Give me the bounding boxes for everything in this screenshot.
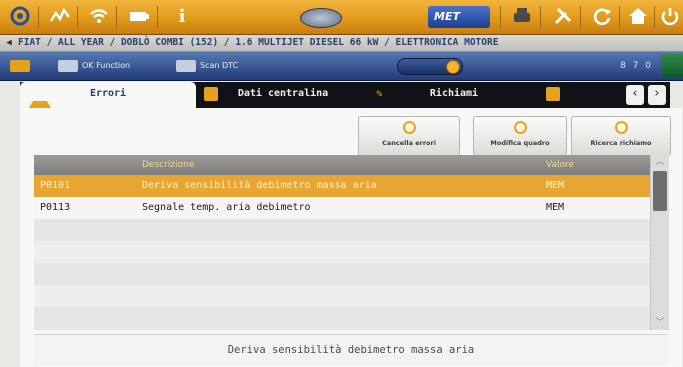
info-icon[interactable]: i [170, 5, 194, 29]
action-icon [615, 121, 628, 134]
battery-icon[interactable] [127, 5, 151, 29]
scan-dtc-button[interactable]: Scan DTC [176, 56, 238, 76]
top-toolbar: i MET [0, 0, 683, 35]
connection-icon[interactable] [661, 54, 683, 77]
table-row-empty [34, 263, 650, 285]
breadcrumb: ◀ FIAT / ALL YEAR / DOBLÒ COMBI (152) / 1… [0, 35, 683, 52]
car-logo [300, 8, 342, 28]
power-icon[interactable] [658, 5, 682, 29]
table-row-empty [34, 307, 650, 330]
scan-icon [176, 59, 196, 72]
table-header: Descrizione Valore [34, 155, 650, 175]
column-value: Valore [546, 160, 575, 170]
table-row-empty [34, 241, 650, 263]
column-description: Descrizione [142, 160, 195, 170]
status-counters: 8 7 0 [620, 61, 653, 71]
tab-extra[interactable] [540, 82, 624, 108]
tab-next-button[interactable]: › [648, 85, 666, 105]
scroll-thumb[interactable] [653, 171, 667, 211]
table-row[interactable]: P0113 Segnale temp. aria debimetro MEM [34, 197, 650, 219]
back-arrow-icon[interactable]: ◀ [0, 35, 18, 51]
table-row-empty [34, 285, 650, 307]
error-description-bar: Deriva sensibilità debimetro massa aria [34, 334, 668, 365]
action-icon [514, 121, 527, 134]
modifica-quadro-button[interactable]: Modifica quadro [473, 116, 567, 156]
tab-errori[interactable]: Errori [20, 82, 196, 113]
wifi-icon[interactable] [87, 5, 111, 29]
tab-bar: Errori Dati centralina ✎ Richiami ‹ › [20, 82, 670, 113]
tools-icon[interactable] [551, 5, 575, 29]
scroll-up-icon[interactable]: ︿ [651, 155, 669, 169]
error-table: Descrizione Valore P0101 Deriva sensibil… [34, 155, 650, 330]
function-row: OK Function Scan DTC 8 7 0 [0, 52, 683, 81]
chart-icon[interactable] [48, 5, 72, 29]
table-row-empty [34, 219, 650, 241]
ok-function-button[interactable]: OK Function [58, 56, 130, 76]
tab-dati-centralina[interactable]: Dati centralina [198, 82, 368, 108]
search-dot-icon [446, 60, 460, 74]
refresh-icon[interactable] [590, 5, 614, 29]
home-icon[interactable] [8, 5, 32, 29]
extra-tab-icon [546, 87, 560, 101]
ricerca-richiamo-button[interactable]: Ricerca richiamo [571, 116, 671, 156]
scroll-down-icon[interactable]: ﹀ [651, 316, 669, 330]
main-panel: Cancella errori Modifica quadro Ricerca … [20, 108, 682, 367]
met-icon[interactable]: MET [428, 6, 490, 28]
table-scrollbar[interactable]: ︿ ﹀ [650, 155, 669, 330]
cancella-errori-button[interactable]: Cancella errori [358, 116, 460, 156]
vehicle-icon[interactable] [10, 56, 34, 76]
tab-richiami[interactable]: ✎ Richiami [370, 82, 538, 108]
app-window: i MET ◀ FIAT / ALL YEAR / DOBLÒ COMBI (15… [0, 0, 683, 367]
house-icon[interactable] [626, 5, 650, 29]
table-row[interactable]: P0101 Deriva sensibilità debimetro massa… [34, 175, 650, 197]
breadcrumb-text: FIAT / ALL YEAR / DOBLÒ COMBI (152) / 1.… [18, 37, 499, 48]
action-icon [403, 121, 416, 134]
car-icon [58, 59, 78, 72]
printer-icon[interactable] [510, 5, 534, 29]
tab-prev-button[interactable]: ‹ [626, 85, 644, 105]
search-toggle[interactable] [397, 58, 463, 75]
